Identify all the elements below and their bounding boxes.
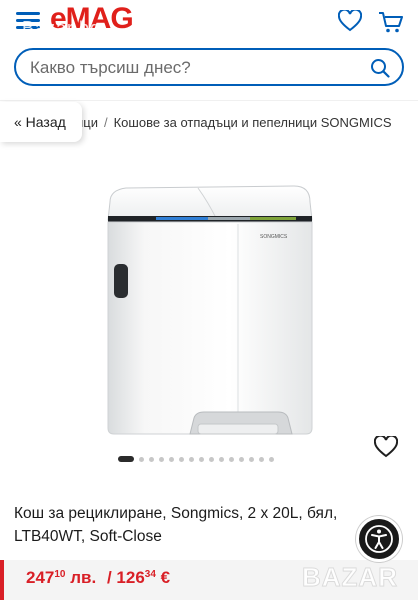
gallery-dot[interactable]: [229, 456, 234, 462]
price-currency: лв.: [70, 568, 97, 587]
app-header: eMAG Bazar.bg: [0, 0, 418, 96]
gallery-dot[interactable]: [179, 456, 184, 462]
gallery-dot[interactable]: [118, 456, 134, 462]
product-image[interactable]: SONGMICS: [98, 172, 320, 452]
search-icon[interactable]: [370, 58, 390, 78]
search-input[interactable]: [30, 57, 360, 79]
gallery-dot[interactable]: [239, 456, 244, 462]
lid-stripe-blue: [156, 217, 208, 220]
product-gallery[interactable]: SONGMICS: [0, 150, 418, 468]
gallery-dot[interactable]: [159, 456, 164, 462]
accessibility-icon: [365, 525, 393, 553]
gallery-dot[interactable]: [209, 456, 214, 462]
breadcrumb-separator: /: [103, 115, 108, 130]
gallery-dot[interactable]: [189, 456, 194, 462]
gallery-dot[interactable]: [199, 456, 204, 462]
gallery-pagination-dots[interactable]: [118, 455, 274, 463]
breadcrumb-trail: ици / Кошове за отпадъци и пепелници SONGM…: [76, 115, 392, 130]
price: 24710 лв. / 12634 €: [26, 568, 170, 588]
price-alt-main: 126: [116, 568, 145, 587]
gallery-dot[interactable]: [139, 456, 144, 462]
back-button[interactable]: « Назад: [0, 102, 82, 142]
cart-icon[interactable]: [378, 10, 404, 34]
price-main: 247: [26, 568, 55, 587]
brand-label: SONGMICS: [260, 234, 288, 240]
search-bar[interactable]: [14, 48, 404, 86]
price-alt-currency: €: [160, 568, 171, 587]
breadcrumb-item-current[interactable]: Кошове за отпадъци и пепелници SONGMICS: [114, 115, 392, 130]
watermark-overlay: Bazar.bg: [22, 18, 102, 38]
lid-stripe-green: [250, 217, 296, 220]
price-bar: 24710 лв. / 12634 € BAZAR: [0, 560, 418, 600]
lid-stripe-gray: [208, 217, 250, 220]
gallery-dot[interactable]: [269, 456, 274, 462]
product-title: Кош за рециклиране, Songmics, 2 x 20L, б…: [14, 505, 338, 545]
gallery-dot[interactable]: [219, 456, 224, 462]
price-separator: /: [106, 568, 112, 587]
price-cents: 10: [54, 569, 66, 580]
accessibility-button[interactable]: [356, 516, 402, 562]
gallery-dot[interactable]: [149, 456, 154, 462]
gallery-dot[interactable]: [169, 456, 174, 462]
gallery-dot[interactable]: [259, 456, 264, 462]
price-alt-cents: 34: [144, 569, 156, 580]
gallery-dot[interactable]: [249, 456, 254, 462]
bazar-watermark: BAZAR: [302, 562, 398, 593]
price-accent-stripe: [0, 560, 4, 600]
favorites-heart-icon[interactable]: [338, 10, 362, 32]
add-to-favorites-heart-icon[interactable]: [374, 436, 398, 458]
